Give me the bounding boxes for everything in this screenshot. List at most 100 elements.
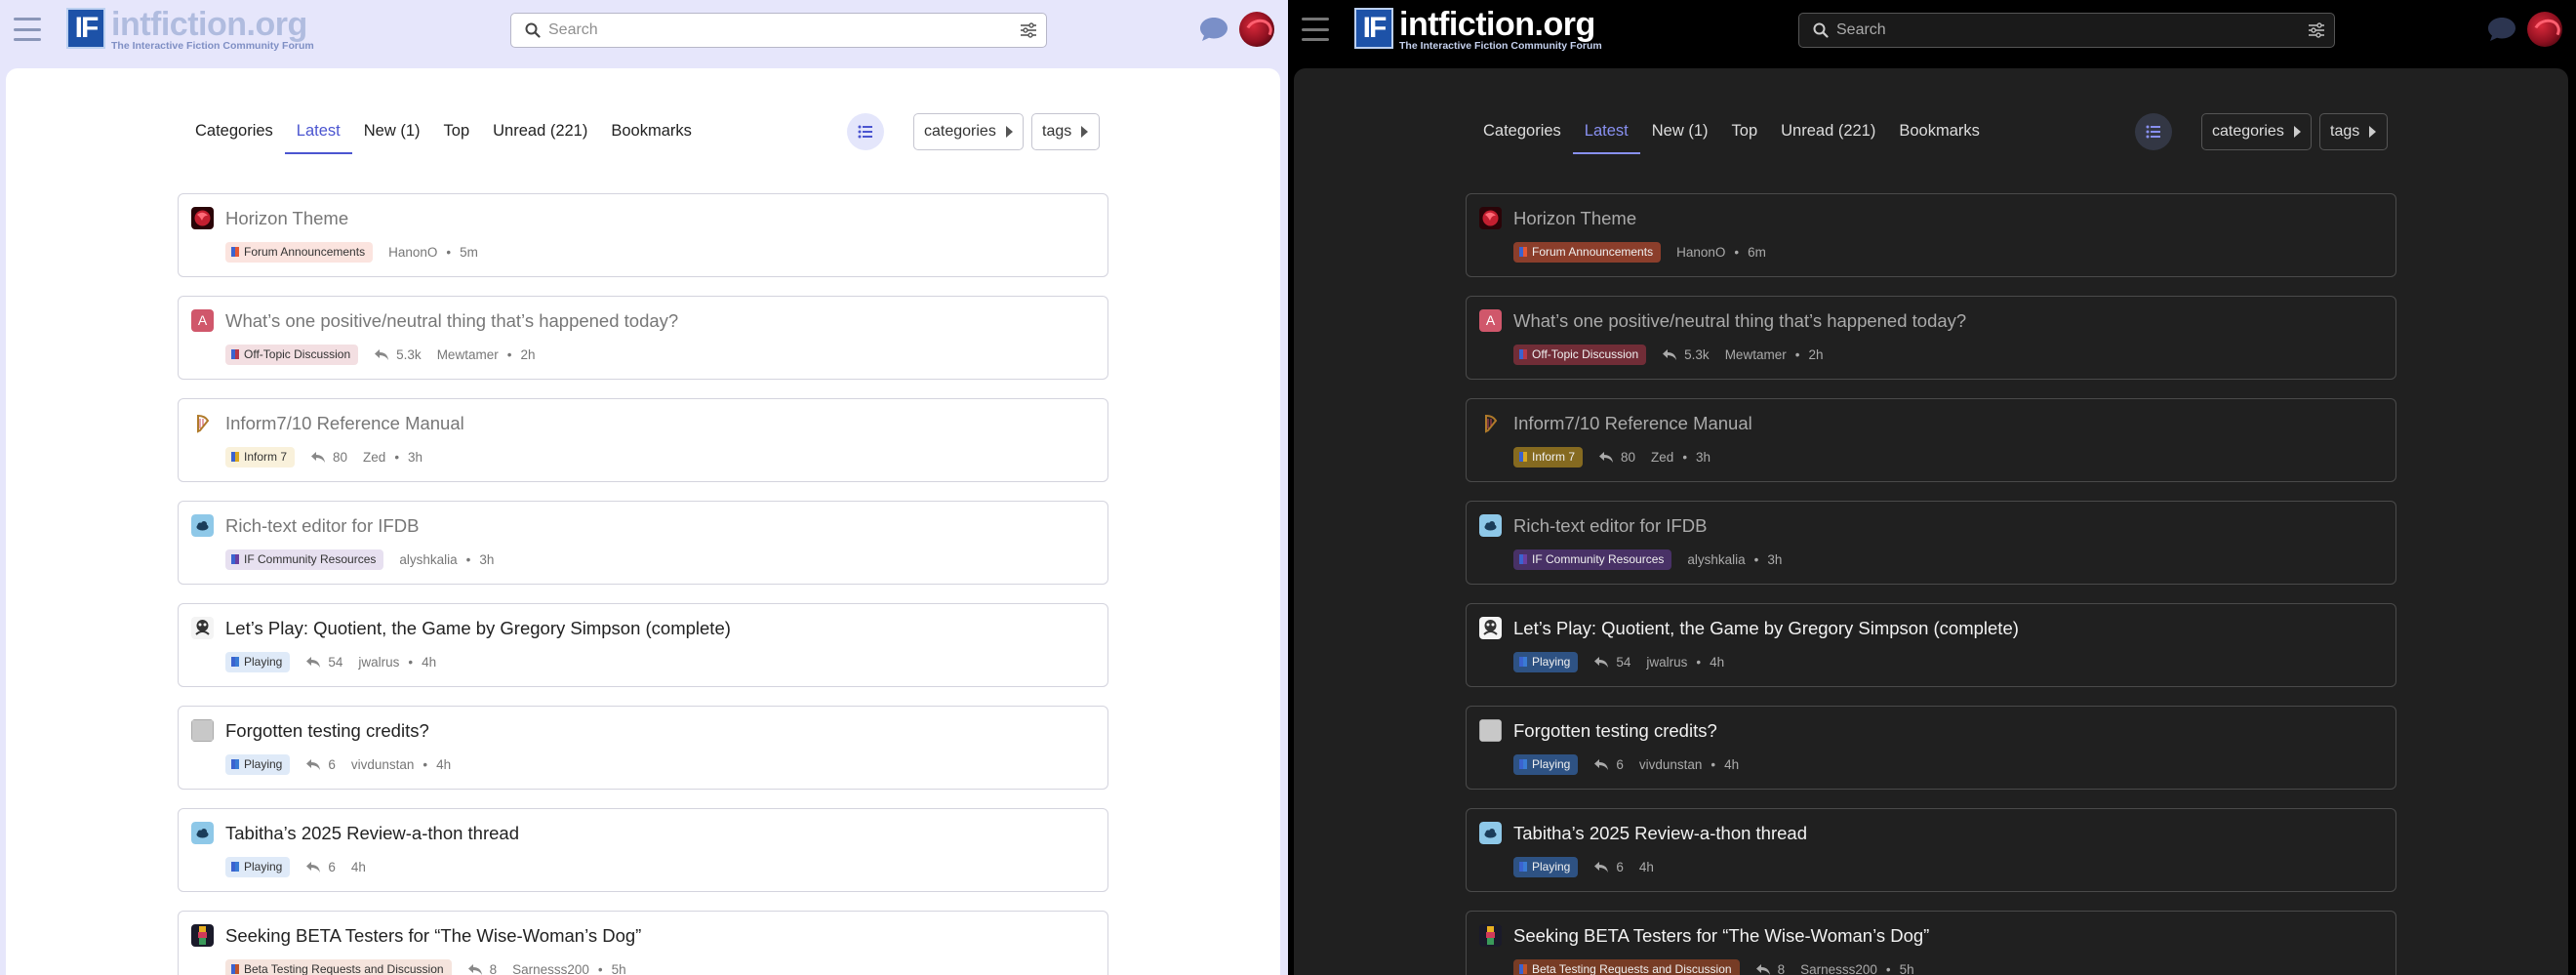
category-badge[interactable]: Beta Testing Requests and Discussion	[1513, 958, 1740, 975]
topic-row[interactable]: Let’s Play: Quotient, the Game by Gregor…	[1466, 603, 2396, 687]
reply-count[interactable]: 54	[305, 655, 342, 670]
topic-age[interactable]: 4h	[351, 860, 366, 874]
topic-title[interactable]: Rich-text editor for IFDB	[1513, 515, 1707, 537]
topic-author[interactable]: jwalrus	[1646, 655, 1687, 670]
chat-icon[interactable]	[2486, 16, 2517, 43]
topic-author[interactable]: Zed	[1651, 450, 1673, 465]
reply-count[interactable]: 6	[305, 860, 336, 874]
tab-latest[interactable]: Latest	[284, 111, 352, 154]
category-badge[interactable]: Playing	[225, 753, 291, 775]
category-badge[interactable]: IF Community Resources	[1513, 548, 1672, 570]
category-badge[interactable]: Playing	[225, 856, 291, 877]
reply-count[interactable]: 54	[1593, 655, 1630, 670]
topic-title[interactable]: Let’s Play: Quotient, the Game by Gregor…	[1513, 618, 2019, 639]
tab-bookmarks[interactable]: Bookmarks	[599, 111, 704, 150]
topic-age[interactable]: 4h	[1639, 860, 1654, 874]
search-filter-icon[interactable]	[2299, 13, 2334, 48]
hamburger-menu-icon[interactable]	[1302, 18, 1329, 41]
topic-avatar[interactable]	[191, 412, 214, 434]
topic-author[interactable]: Mewtamer	[437, 347, 499, 362]
tab-categories[interactable]: Categories	[183, 111, 285, 150]
search-input[interactable]: Search	[1798, 13, 2335, 48]
topic-avatar[interactable]: A	[1479, 309, 1502, 332]
topic-age[interactable]: 3h	[1696, 450, 1711, 465]
category-badge[interactable]: Playing	[1513, 651, 1579, 672]
topic-title[interactable]: Forgotten testing credits?	[225, 720, 429, 742]
topic-title[interactable]: Let’s Play: Quotient, the Game by Gregor…	[225, 618, 731, 639]
search-input[interactable]: Search	[510, 13, 1047, 48]
tab-bookmarks[interactable]: Bookmarks	[1887, 111, 1992, 150]
topic-title[interactable]: Tabitha’s 2025 Review-a-thon thread	[1513, 823, 1807, 844]
reply-count[interactable]: 8	[1755, 962, 1785, 975]
topic-title[interactable]: Inform7/10 Reference Manual	[1513, 413, 1752, 434]
topic-row[interactable]: Rich-text editor for IFDB IF Community Re…	[178, 501, 1108, 585]
chat-icon[interactable]	[1198, 16, 1229, 43]
topic-avatar[interactable]	[191, 514, 214, 537]
topic-age[interactable]: 2h	[1808, 347, 1823, 362]
topic-author[interactable]: HanonO	[1676, 245, 1725, 260]
topic-author[interactable]: Mewtamer	[1725, 347, 1787, 362]
topic-avatar[interactable]	[191, 719, 214, 742]
topic-title[interactable]: Horizon Theme	[225, 208, 348, 229]
search-filter-icon[interactable]	[1011, 13, 1046, 48]
topic-author[interactable]: vivdunstan	[1639, 757, 1703, 772]
site-logo[interactable]: IF intfiction.org The Interactive Fictio…	[66, 8, 314, 52]
topic-author[interactable]: alyshkalia	[1687, 552, 1745, 567]
topic-row[interactable]: Tabitha’s 2025 Review-a-thon thread Playi…	[1466, 808, 2396, 892]
category-badge[interactable]: Beta Testing Requests and Discussion	[225, 958, 452, 975]
categories-dropdown[interactable]: categories	[2201, 113, 2312, 150]
category-badge[interactable]: IF Community Resources	[225, 548, 384, 570]
site-logo[interactable]: IF intfiction.org The Interactive Fictio…	[1354, 8, 1602, 52]
topic-age[interactable]: 3h	[1767, 552, 1782, 567]
topic-row[interactable]: Tabitha’s 2025 Review-a-thon thread Playi…	[178, 808, 1108, 892]
topic-avatar[interactable]	[1479, 617, 1502, 639]
topic-row[interactable]: Forgotten testing credits? Playing 6 vivdun…	[178, 706, 1108, 790]
topic-row[interactable]: Seeking BETA Testers for “The Wise-Woman…	[1466, 911, 2396, 975]
user-avatar[interactable]	[2527, 12, 2562, 47]
reply-count[interactable]: 5.3k	[374, 347, 422, 362]
reply-count[interactable]: 6	[305, 757, 336, 772]
topic-age[interactable]: 4h	[1710, 655, 1724, 670]
category-badge[interactable]: Forum Announcements	[1513, 241, 1662, 263]
topic-author[interactable]: alyshkalia	[399, 552, 457, 567]
reply-count[interactable]: 8	[467, 962, 497, 975]
topic-title[interactable]: What’s one positive/neutral thing that’s…	[225, 310, 678, 332]
topic-age[interactable]: 2h	[520, 347, 535, 362]
category-badge[interactable]: Playing	[1513, 856, 1579, 877]
topic-title[interactable]: What’s one positive/neutral thing that’s…	[1513, 310, 1966, 332]
category-badge[interactable]: Off-Topic Discussion	[225, 344, 359, 365]
list-view-toggle[interactable]	[847, 113, 884, 150]
tab-latest[interactable]: Latest	[1572, 111, 1640, 154]
topic-avatar[interactable]	[191, 822, 214, 844]
tab-top[interactable]: Top	[432, 111, 482, 150]
tab-categories[interactable]: Categories	[1471, 111, 1573, 150]
topic-row[interactable]: Inform7/10 Reference Manual Inform 7 80 Zed…	[178, 398, 1108, 482]
topic-avatar[interactable]	[191, 207, 214, 229]
reply-count[interactable]: 6	[1593, 860, 1624, 874]
topic-avatar[interactable]	[191, 924, 214, 947]
reply-count[interactable]: 80	[310, 450, 347, 465]
topic-row[interactable]: Seeking BETA Testers for “The Wise-Woman…	[178, 911, 1108, 975]
topic-age[interactable]: 4h	[1724, 757, 1739, 772]
category-badge[interactable]: Forum Announcements	[225, 241, 374, 263]
topic-avatar[interactable]	[1479, 822, 1502, 844]
category-badge[interactable]: Off-Topic Discussion	[1513, 344, 1647, 365]
topic-age[interactable]: 3h	[408, 450, 423, 465]
topic-age[interactable]: 5h	[1900, 962, 1914, 975]
categories-dropdown[interactable]: categories	[913, 113, 1024, 150]
reply-count[interactable]: 80	[1598, 450, 1635, 465]
topic-row[interactable]: Forgotten testing credits? Playing 6 vivdun…	[1466, 706, 2396, 790]
topic-author[interactable]: Sarnesss200	[512, 962, 589, 975]
topic-age[interactable]: 3h	[479, 552, 494, 567]
topic-row[interactable]: Let’s Play: Quotient, the Game by Gregor…	[178, 603, 1108, 687]
topic-age[interactable]: 4h	[422, 655, 436, 670]
list-view-toggle[interactable]	[2135, 113, 2172, 150]
topic-row[interactable]: Horizon Theme Forum Announcements HanonO • 6…	[1466, 193, 2396, 277]
topic-author[interactable]: vivdunstan	[351, 757, 415, 772]
tab-unread[interactable]: Unread (221)	[481, 111, 599, 150]
user-avatar[interactable]	[1239, 12, 1274, 47]
topic-title[interactable]: Inform7/10 Reference Manual	[225, 413, 464, 434]
tab-new[interactable]: New (1)	[352, 111, 432, 150]
tab-new[interactable]: New (1)	[1640, 111, 1720, 150]
category-badge[interactable]: Inform 7	[225, 446, 296, 467]
